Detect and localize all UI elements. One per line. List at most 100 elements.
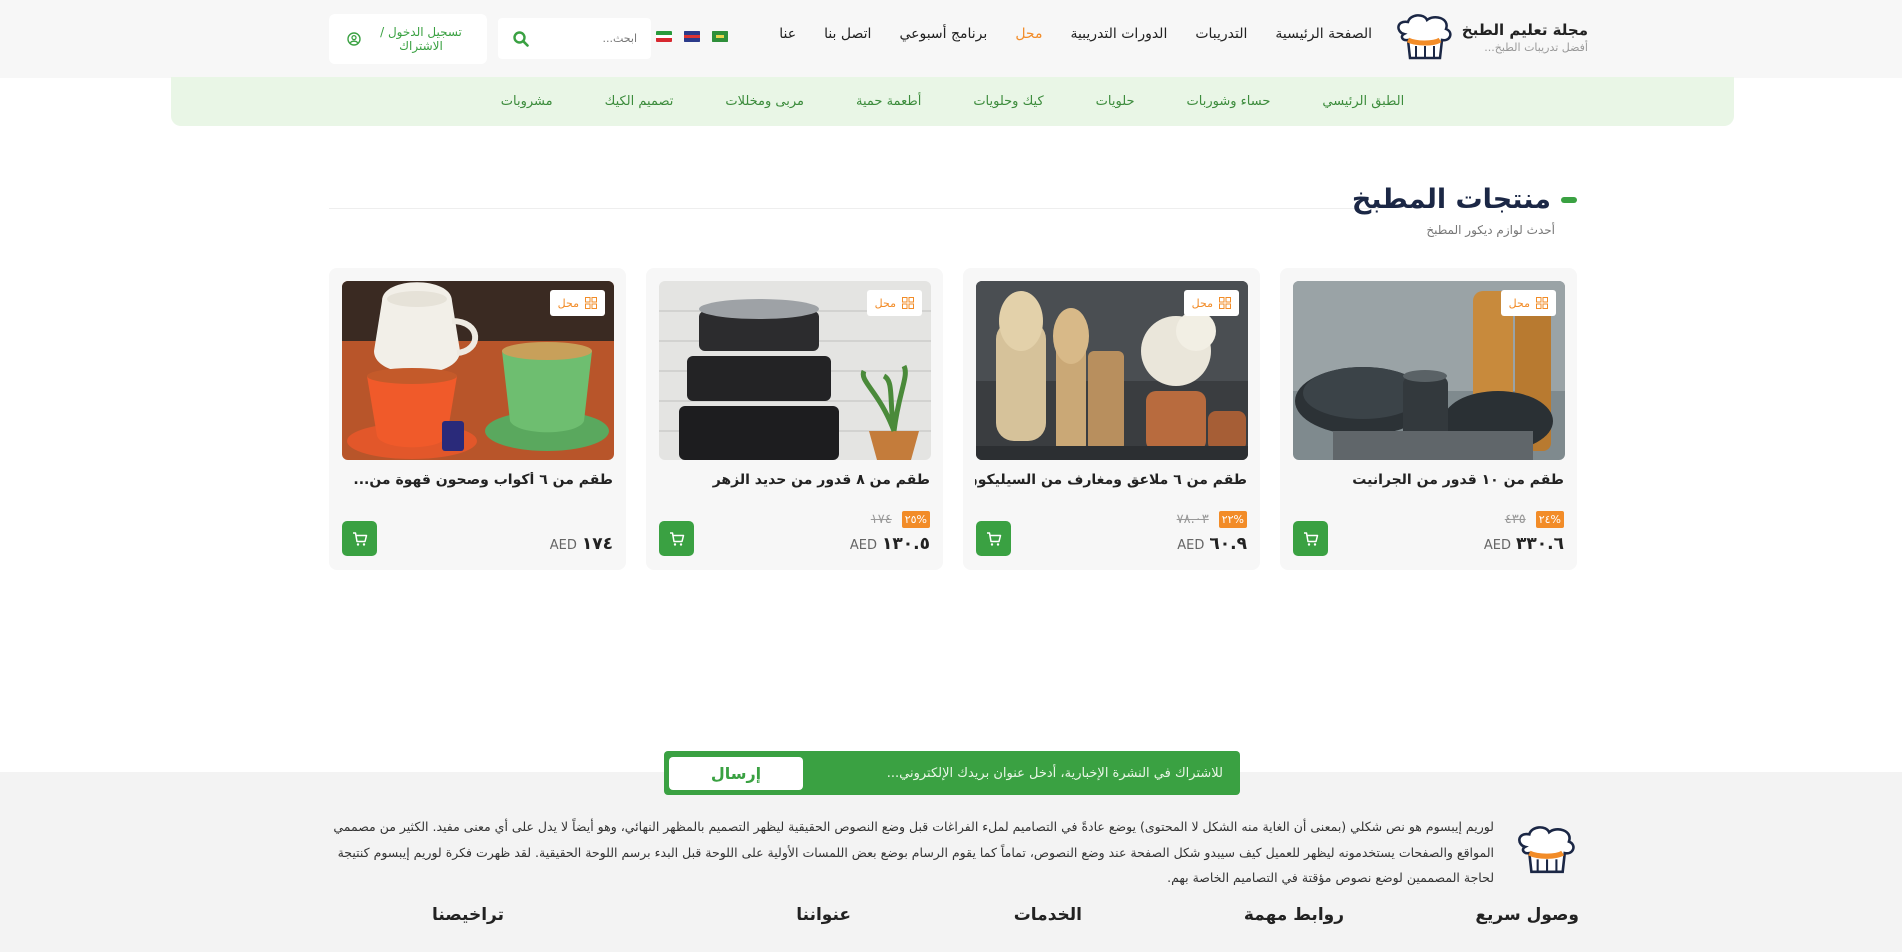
footer-heading-licenses: تراخيصنا bbox=[431, 905, 504, 925]
old-price-row: %٢٤ ٤٣٥ bbox=[1505, 511, 1564, 528]
flag-fa-icon[interactable] bbox=[656, 31, 672, 42]
cart-icon bbox=[1303, 531, 1318, 546]
newsletter-email-input[interactable]: للاشتراك في النشرة الإخبارية، أدخل عنوان… bbox=[887, 766, 1235, 781]
footer-heading-address: عنواننا bbox=[796, 905, 851, 925]
footer-heading-important-links: روابط مهمة bbox=[1243, 905, 1344, 925]
product-title[interactable]: طقم من ٦ أكواب وصحون قهوة من... bbox=[341, 472, 613, 488]
flag-ar-icon[interactable] bbox=[712, 31, 728, 42]
category-item[interactable]: مشروبات bbox=[501, 94, 553, 109]
main-nav: الصفحة الرئيسية التدريبات الدورات التدري… bbox=[779, 26, 1372, 42]
section-divider bbox=[329, 208, 1379, 209]
price: ١٣٠.٥ bbox=[882, 534, 930, 554]
discount-badge: %٢٢ bbox=[1218, 511, 1247, 528]
price-row: AED ١٧٤ bbox=[550, 534, 613, 554]
chef-hat-logo-icon bbox=[1397, 14, 1452, 60]
price-block: AED ١٧٤ bbox=[413, 494, 613, 554]
shop-badge[interactable]: محل bbox=[1183, 290, 1239, 316]
search-input[interactable] bbox=[541, 18, 651, 59]
badge-label: محل bbox=[557, 296, 579, 310]
badge-label: محل bbox=[874, 296, 896, 310]
product-title[interactable]: طقم من ٨ قدور من حديد الزهر bbox=[658, 472, 930, 488]
brand-name: مجلة تعليم الطبخ bbox=[1461, 21, 1588, 39]
nav-home[interactable]: الصفحة الرئيسية bbox=[1275, 26, 1372, 42]
brand[interactable]: مجلة تعليم الطبخ أفضل تدريبات الطبخ... bbox=[1394, 14, 1588, 62]
nav-trainings[interactable]: التدريبات bbox=[1195, 26, 1247, 42]
product-title[interactable]: طقم من ٦ ملاعق ومغارف من السيليكون bbox=[975, 472, 1247, 488]
price: ٦٠.٩ bbox=[1209, 534, 1247, 554]
footer-columns: وصول سريع روابط مهمة الخدمات عنواننا ترا… bbox=[325, 905, 1579, 945]
old-price: ٧٨.٠٣ bbox=[1176, 512, 1209, 527]
product-card[interactable]: محل طقم من ٦ ملاعق ومغارف من السيليكون %… bbox=[963, 268, 1260, 570]
grid-icon bbox=[585, 297, 597, 309]
cart-icon bbox=[352, 531, 367, 546]
language-switcher bbox=[656, 31, 728, 42]
chef-hat-logo-icon bbox=[1518, 826, 1575, 874]
grid-icon bbox=[1219, 297, 1231, 309]
nav-weekly-program[interactable]: برنامج أسبوعي bbox=[899, 26, 987, 42]
badge-label: محل bbox=[1508, 296, 1530, 310]
cart-icon bbox=[669, 531, 684, 546]
grid-icon bbox=[902, 297, 914, 309]
category-item[interactable]: حلويات bbox=[1096, 94, 1135, 109]
brand-tagline: أفضل تدريبات الطبخ... bbox=[1484, 41, 1588, 54]
category-item[interactable]: تصميم الكيك bbox=[605, 94, 674, 109]
old-price-row: %٢٥ ١٧٤ bbox=[871, 511, 930, 528]
section-heading: منتجات المطبخ bbox=[1352, 184, 1577, 215]
footer-description: لوريم إيبسوم هو نص شكلي (بمعنى أن الغاية… bbox=[333, 819, 1494, 885]
old-price-row: %٢٢ ٧٨.٠٣ bbox=[1177, 511, 1247, 528]
currency: AED bbox=[549, 538, 577, 553]
nav-about[interactable]: عنا bbox=[779, 26, 796, 42]
search-box bbox=[498, 18, 651, 59]
nav-courses[interactable]: الدورات التدريبية bbox=[1070, 26, 1167, 42]
badge-label: محل bbox=[1191, 296, 1213, 310]
product-card[interactable]: محل طقم من ٨ قدور من حديد الزهر %٢٥ ١٧٤ … bbox=[646, 268, 943, 570]
search-button[interactable] bbox=[501, 18, 541, 59]
currency: AED bbox=[849, 538, 878, 553]
product-card[interactable]: محل طقم من ٦ أكواب وصحون قهوة من... AED … bbox=[329, 268, 626, 570]
shop-badge[interactable]: محل bbox=[1500, 290, 1556, 316]
add-to-cart-button[interactable] bbox=[659, 521, 694, 556]
login-label: تسجيل الدخول / الاشتراك bbox=[380, 25, 462, 53]
footer-heading-quick-access: وصول سريع bbox=[1475, 905, 1579, 925]
old-price: ١٧٤ bbox=[870, 512, 892, 527]
old-price: ٤٣٥ bbox=[1504, 512, 1526, 527]
grid-icon bbox=[1536, 297, 1548, 309]
price-block: %٢٥ ١٧٤ AED ١٣٠.٥ bbox=[730, 494, 930, 554]
login-button[interactable]: تسجيل الدخول / الاشتراك bbox=[329, 14, 487, 64]
category-item[interactable]: مربى ومخللات bbox=[725, 94, 804, 109]
price: ٣٣٠.٦ bbox=[1516, 534, 1564, 554]
shop-badge[interactable]: محل bbox=[866, 290, 922, 316]
flag-en-icon[interactable] bbox=[684, 31, 700, 42]
section-title: منتجات المطبخ bbox=[1351, 184, 1551, 215]
currency: AED bbox=[1177, 538, 1205, 553]
category-item[interactable]: حساء وشوربات bbox=[1187, 94, 1271, 109]
nav-contact[interactable]: اتصل بنا bbox=[824, 26, 871, 42]
category-item[interactable]: الطبق الرئيسي bbox=[1322, 94, 1404, 109]
shop-badge[interactable]: محل bbox=[549, 290, 605, 316]
price-row: AED ١٣٠.٥ bbox=[850, 534, 930, 554]
discount-badge: %٢٤ bbox=[1535, 511, 1564, 528]
nav-shop[interactable]: محل bbox=[1015, 26, 1042, 42]
site-header: مجلة تعليم الطبخ أفضل تدريبات الطبخ... ا… bbox=[0, 0, 1902, 78]
title-accent bbox=[1561, 196, 1577, 203]
product-card[interactable]: محل طقم من ١٠ قدور من الجرانيت %٢٤ ٤٣٥ A… bbox=[1280, 268, 1577, 570]
add-to-cart-button[interactable] bbox=[342, 521, 377, 556]
price-block: %٢٤ ٤٣٥ AED ٣٣٠.٦ bbox=[1364, 494, 1564, 554]
category-item[interactable]: أطعمة حمية bbox=[856, 94, 921, 109]
price-block: %٢٢ ٧٨.٠٣ AED ٦٠.٩ bbox=[1047, 494, 1247, 554]
add-to-cart-button[interactable] bbox=[976, 521, 1011, 556]
discount-badge: %٢٥ bbox=[901, 511, 930, 528]
add-to-cart-button[interactable] bbox=[1293, 521, 1328, 556]
cart-icon bbox=[986, 531, 1001, 546]
price-row: AED ٣٣٠.٦ bbox=[1484, 534, 1564, 554]
section-subtitle: أحدث لوازم ديكور المطبخ bbox=[1426, 223, 1555, 237]
brand-text: مجلة تعليم الطبخ أفضل تدريبات الطبخ... bbox=[1462, 20, 1588, 56]
search-icon bbox=[513, 30, 529, 47]
footer-heading-services: الخدمات bbox=[1013, 905, 1082, 925]
user-icon bbox=[347, 32, 361, 46]
category-item[interactable]: كيك وحلويات bbox=[973, 94, 1043, 109]
price: ١٧٤ bbox=[581, 534, 613, 554]
newsletter-submit-button[interactable]: إرسال bbox=[669, 756, 803, 790]
product-title[interactable]: طقم من ١٠ قدور من الجرانيت bbox=[1292, 472, 1564, 488]
price-row: AED ٦٠.٩ bbox=[1177, 534, 1247, 554]
